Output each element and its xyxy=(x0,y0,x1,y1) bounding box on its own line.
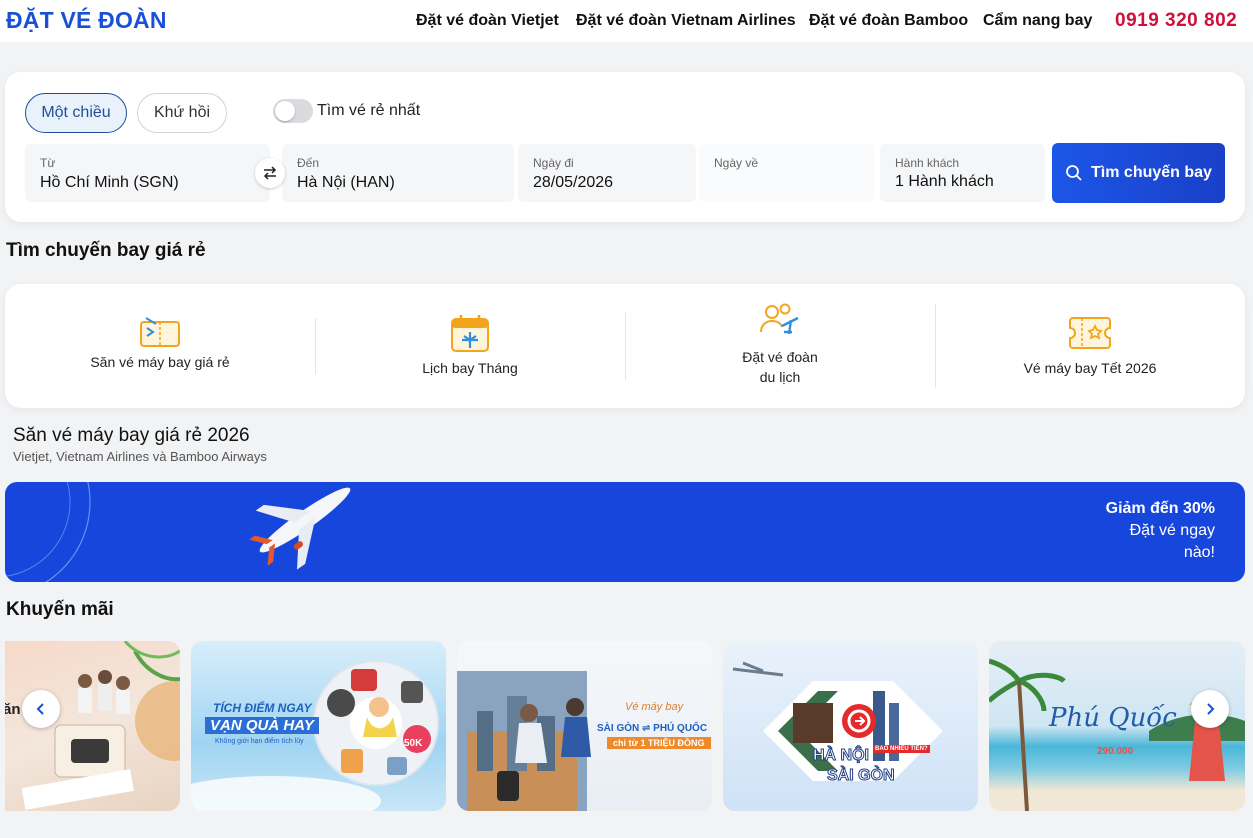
promo-card-2[interactable]: TÍCH ĐIỂM NGAY VẠN QUÀ HAY Không giới hạ… xyxy=(191,641,446,811)
plane-illustration xyxy=(5,482,351,582)
nav-vietjet[interactable]: Đặt vé đoàn Vietjet xyxy=(416,12,559,30)
swap-icon[interactable] xyxy=(255,158,285,188)
promo-card-4-line-2: SÀI GÒN xyxy=(827,767,896,785)
nav-vietnam-airlines[interactable]: Đặt vé đoàn Vietnam Airlines xyxy=(576,12,796,30)
passengers-field[interactable]: Hành khách 1 Hành khách xyxy=(880,144,1045,202)
cheap-flights-title: Tìm chuyến bay giá rẻ xyxy=(6,240,206,261)
promo-card-2-line-1: TÍCH ĐIỂM NGAY xyxy=(213,701,312,715)
banner-line-1: Giảm đến 30% xyxy=(1105,500,1215,517)
calendar-plane-icon xyxy=(451,315,489,352)
promo-card-3-line-3: chỉ từ 1 TRIỆU ĐỒNG xyxy=(607,737,711,749)
site-header: ĐẶT VÉ ĐOÀN Đặt vé đoàn Vietjet Đặt vé đ… xyxy=(0,0,1253,42)
promo-card-1[interactable]: ăn vé xyxy=(5,641,180,811)
promo-card-2-line-2: VẠN QUÀ HAY xyxy=(205,717,319,734)
round-trip-button[interactable]: Khứ hồi xyxy=(137,93,227,133)
promo-card-4-line-3: BAO NHIÊU TIỀN? xyxy=(873,745,930,753)
to-label: Đến xyxy=(297,156,320,170)
cheapest-toggle[interactable] xyxy=(273,99,313,123)
passengers-label: Hành khách xyxy=(895,156,960,170)
carousel-next-button[interactable] xyxy=(1191,690,1229,728)
promotions-title: Khuyến mãi xyxy=(6,599,114,620)
nav-bamboo[interactable]: Đặt vé đoàn Bamboo xyxy=(809,12,968,30)
depart-date-field[interactable]: Ngày đi 28/05/2026 xyxy=(518,144,696,202)
search-flights-button[interactable]: Tìm chuyến bay xyxy=(1052,143,1225,203)
feature-cheap-tickets[interactable]: Săn vé máy bay giá rẻ xyxy=(5,284,315,408)
hunt-section-title: Săn vé máy bay giá rẻ 2026 xyxy=(13,425,250,446)
tet-ticket-icon xyxy=(1069,317,1111,349)
nav-travel-guide[interactable]: Cẩm nang bay xyxy=(983,12,1092,30)
return-label: Ngày về xyxy=(714,156,759,170)
promo-card-3-line-2: SÀI GÒN ⇌ PHÚ QUỐC xyxy=(597,723,708,734)
promo-card-1-art xyxy=(21,641,180,810)
banner-line-3: nào! xyxy=(1183,544,1215,561)
feature-monthly-schedule[interactable]: Lịch bay Tháng xyxy=(315,284,625,408)
flight-search-card: Một chiều Khứ hồi Tìm vé rẻ nhất Từ Hồ C… xyxy=(5,72,1245,222)
promo-card-4-art xyxy=(732,661,943,781)
feature-group-travel-label-1: Đặt vé đoàn xyxy=(742,349,818,365)
feature-monthly-schedule-label: Lịch bay Tháng xyxy=(422,360,518,376)
promo-card-3[interactable]: Vé máy bay SÀI GÒN ⇌ PHÚ QUỐC chỉ từ 1 T… xyxy=(457,641,712,811)
to-field[interactable]: Đến Hà Nội (HAN) xyxy=(282,144,514,202)
hotline-phone[interactable]: 0919 320 802 xyxy=(1115,10,1237,32)
to-value: Hà Nội (HAN) xyxy=(297,174,395,191)
chevron-left-icon xyxy=(36,703,44,715)
promo-card-2-badge: 50K xyxy=(404,738,423,749)
from-field[interactable]: Từ Hồ Chí Minh (SGN) xyxy=(25,144,270,202)
search-icon xyxy=(1066,165,1082,181)
feature-group-travel-label-2: du lịch xyxy=(759,369,801,385)
feature-group-travel[interactable]: Đặt vé đoàn du lịch xyxy=(625,284,935,408)
feature-tet-tickets-label: Vé máy bay Tết 2026 xyxy=(1023,360,1157,376)
feature-cheap-tickets-label: Săn vé máy bay giá rẻ xyxy=(90,354,230,370)
cheap-flights-card: Săn vé máy bay giá rẻ Lịch bay Tháng Đặt… xyxy=(5,284,1245,408)
hunt-section-subtitle: Vietjet, Vietnam Airlines và Bamboo Airw… xyxy=(13,449,267,464)
promo-card-3-line-1: Vé máy bay xyxy=(625,701,684,713)
promo-card-2-line-3: Không giới hạn điểm tích lũy xyxy=(215,738,304,745)
logo[interactable]: ĐẶT VÉ ĐOÀN xyxy=(6,7,167,34)
passengers-value: 1 Hành khách xyxy=(895,173,994,190)
ticket-icon xyxy=(140,317,180,347)
promo-card-5-line-1: Phú Quốc xyxy=(1049,703,1177,733)
from-value: Hồ Chí Minh (SGN) xyxy=(40,174,179,191)
banner-text: Giảm đến 30% Đặt vé ngay nào! xyxy=(1106,498,1215,564)
promo-card-4-line-1: HÀ NỘI xyxy=(813,747,870,765)
depart-label: Ngày đi xyxy=(533,156,574,170)
cheapest-toggle-label: Tìm vé rẻ nhất xyxy=(317,102,421,119)
group-plane-icon xyxy=(760,303,799,335)
return-date-field[interactable]: Ngày về xyxy=(699,144,875,202)
one-way-button[interactable]: Một chiều xyxy=(25,93,127,133)
banner-line-2: Đặt vé ngay xyxy=(1129,522,1215,539)
promo-card-5-line-2: 290.000 xyxy=(1097,746,1134,757)
search-button-label: Tìm chuyến bay xyxy=(1091,164,1212,181)
promo-card-4[interactable]: HÀ NỘI SÀI GÒN BAO NHIÊU TIỀN? xyxy=(723,641,978,811)
chevron-right-icon xyxy=(1207,703,1215,715)
carousel-prev-button[interactable] xyxy=(22,690,60,728)
promo-banner[interactable]: Giảm đến 30% Đặt vé ngay nào! xyxy=(5,482,1245,582)
feature-tet-tickets[interactable]: Vé máy bay Tết 2026 xyxy=(935,284,1245,408)
from-label: Từ xyxy=(40,156,56,170)
toggle-knob xyxy=(275,101,295,121)
depart-value: 28/05/2026 xyxy=(533,174,614,191)
